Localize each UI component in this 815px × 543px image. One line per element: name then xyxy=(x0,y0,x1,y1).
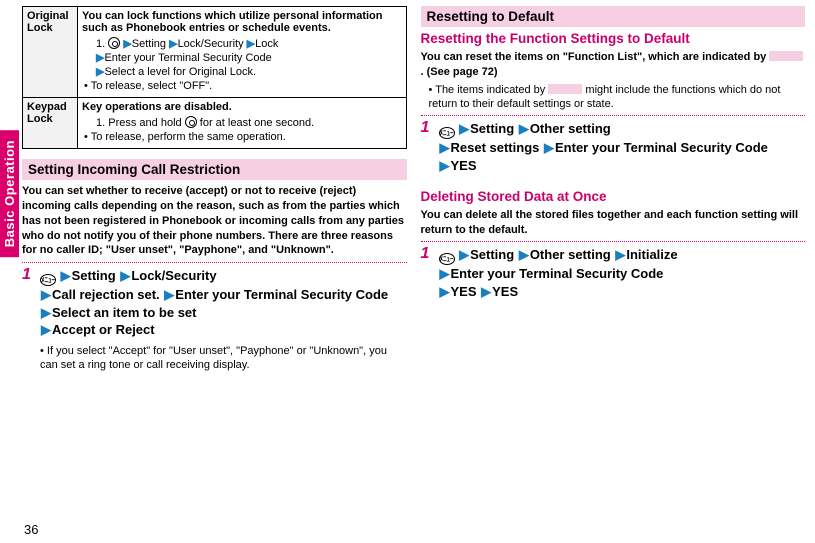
nav-arrow-icon: ▶ xyxy=(459,247,469,262)
nav-arrow-icon: ▶ xyxy=(440,158,450,173)
nav-item: Lock/Security xyxy=(131,268,216,283)
nav-item: Setting xyxy=(72,268,116,283)
section-paragraph: You can delete all the stored files toge… xyxy=(421,208,806,238)
row-content: Key operations are disabled. 1. Press an… xyxy=(78,98,407,149)
menu-key-icon: ﾒﾆｭｰ xyxy=(439,127,455,139)
table-row: Original Lock You can lock functions whi… xyxy=(23,7,407,98)
page-number: 36 xyxy=(24,522,38,537)
menu-key-icon: ﾒﾆｭｰ xyxy=(439,253,455,265)
nav-item: Enter your Terminal Security Code xyxy=(555,140,768,155)
nav-item: Initialize xyxy=(626,247,677,262)
text-fragment: The items indicated by xyxy=(435,84,548,96)
step-line: ▶Enter your Terminal Security Code xyxy=(96,51,402,64)
procedure-step: 1 ﾒﾆｭｰ ▶Setting ▶Other setting ▶Initiali… xyxy=(421,246,806,300)
side-tab: Basic Operation xyxy=(0,130,19,257)
nav-arrow-icon: ▶ xyxy=(481,284,491,299)
menu-key-icon: ﾒﾆｭｰ xyxy=(40,274,56,286)
highlight-box-icon xyxy=(769,51,803,61)
nav-item: YES xyxy=(492,284,518,299)
step-number: 1 xyxy=(22,267,34,372)
section-paragraph: You can reset the items on "Function Lis… xyxy=(421,50,806,80)
text-fragment: . (See page 72) xyxy=(421,66,498,78)
nav-item: Enter your Terminal Security Code xyxy=(104,52,271,64)
step-text: Press and hold xyxy=(108,117,181,129)
nav-item: Enter your Terminal Security Code xyxy=(451,266,664,281)
nav-item: Accept or Reject xyxy=(52,322,155,337)
procedure-step: 1 ﾒﾆｭｰ ▶Setting ▶Lock/Security ▶Call rej… xyxy=(22,267,407,372)
nav-item: YES xyxy=(451,284,477,299)
subsection-heading: Resetting the Function Settings to Defau… xyxy=(421,31,806,47)
nav-arrow-icon: ▶ xyxy=(440,266,450,281)
row-label: Keypad Lock xyxy=(23,98,78,149)
section-heading: Setting Incoming Call Restriction xyxy=(22,159,407,180)
step-text: for at least one second. xyxy=(200,117,314,129)
highlight-box-icon xyxy=(548,84,582,94)
release-note: To release, select "OFF". xyxy=(84,80,402,92)
table-row: Keypad Lock Key operations are disabled.… xyxy=(23,98,407,149)
left-column: Original Lock You can lock functions whi… xyxy=(22,6,407,372)
nav-item: Call rejection set. xyxy=(52,287,160,302)
step-number: 1 xyxy=(421,120,433,174)
procedure-step: 1 ﾒﾆｭｰ ▶Setting ▶Other setting ▶Reset se… xyxy=(421,120,806,174)
nav-item: Setting xyxy=(470,121,514,136)
nav-arrow-icon: ▶ xyxy=(169,38,177,50)
step-content: ﾒﾆｭｰ ▶Setting ▶Lock/Security ▶Call rejec… xyxy=(40,267,407,372)
nav-arrow-icon: ▶ xyxy=(440,140,450,155)
nav-arrow-icon: ▶ xyxy=(459,121,469,136)
dotted-divider xyxy=(421,115,806,116)
nav-arrow-icon: ▶ xyxy=(519,121,529,136)
nav-item: Lock/Security xyxy=(178,38,244,50)
nav-item: Select an item to be set xyxy=(52,305,197,320)
section-heading: Resetting to Default xyxy=(421,6,806,27)
nav-arrow-icon: ▶ xyxy=(615,247,625,262)
lock-table: Original Lock You can lock functions whi… xyxy=(22,6,407,149)
subsection-heading: Deleting Stored Data at Once xyxy=(421,189,806,205)
nav-arrow-icon: ▶ xyxy=(164,287,174,302)
nav-arrow-icon: ▶ xyxy=(41,287,51,302)
step-line: 1. ▶Setting ▶Lock/Security ▶Lock xyxy=(96,37,402,50)
bullet-note: The items indicated by might include the… xyxy=(429,83,806,112)
step-num: 1. xyxy=(96,117,105,129)
section-paragraph: You can set whether to receive (accept) … xyxy=(22,184,407,258)
center-key-icon xyxy=(185,116,197,128)
nav-item: Enter your Terminal Security Code xyxy=(175,287,388,302)
dotted-divider xyxy=(22,262,407,263)
release-note: To release, perform the same operation. xyxy=(84,131,402,143)
dotted-divider xyxy=(421,241,806,242)
nav-arrow-icon: ▶ xyxy=(247,38,255,50)
nav-arrow-icon: ▶ xyxy=(61,268,71,283)
nav-item: Setting xyxy=(470,247,514,262)
nav-item: Other setting xyxy=(530,247,611,262)
nav-item: Other setting xyxy=(530,121,611,136)
nav-item: Reset settings xyxy=(451,140,540,155)
step-content: ﾒﾆｭｰ ▶Setting ▶Other setting ▶Initialize… xyxy=(439,246,806,300)
nav-arrow-icon: ▶ xyxy=(120,268,130,283)
row-desc: Key operations are disabled. xyxy=(82,101,402,113)
nav-arrow-icon: ▶ xyxy=(519,247,529,262)
nav-arrow-icon: ▶ xyxy=(41,322,51,337)
nav-arrow-icon: ▶ xyxy=(41,305,51,320)
row-label: Original Lock xyxy=(23,7,78,98)
row-desc: You can lock functions which utilize per… xyxy=(82,10,402,34)
page-body: Original Lock You can lock functions whi… xyxy=(0,0,815,372)
nav-item: YES xyxy=(451,158,477,173)
nav-item: Select a level for Original Lock. xyxy=(104,66,256,78)
step-line: 1. Press and hold for at least one secon… xyxy=(96,116,402,129)
step-content: ﾒﾆｭｰ ▶Setting ▶Other setting ▶Reset sett… xyxy=(439,120,806,174)
nav-item: Setting xyxy=(132,38,166,50)
step-number: 1 xyxy=(421,246,433,300)
nav-arrow-icon: ▶ xyxy=(544,140,554,155)
text-fragment: You can reset the items on "Function Lis… xyxy=(421,51,770,63)
nav-arrow-icon: ▶ xyxy=(440,284,450,299)
step-num: 1. xyxy=(96,38,105,50)
center-key-icon xyxy=(108,37,120,49)
right-column: Resetting to Default Resetting the Funct… xyxy=(421,6,806,372)
step-line: ▶Select a level for Original Lock. xyxy=(96,65,402,78)
step-note: If you select "Accept" for "User unset",… xyxy=(40,344,407,373)
nav-item: Lock xyxy=(255,38,278,50)
row-content: You can lock functions which utilize per… xyxy=(78,7,407,98)
nav-arrow-icon: ▶ xyxy=(123,38,131,50)
